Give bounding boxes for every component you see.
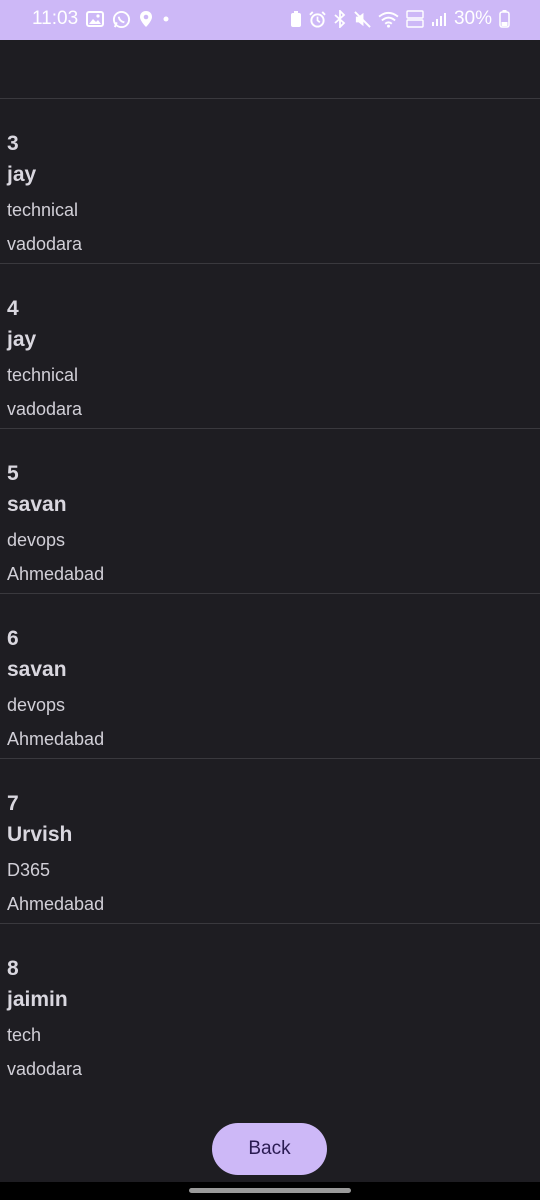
employee-name: savan (7, 493, 67, 516)
employee-name: Urvish (7, 823, 73, 846)
employee-department: technical (7, 200, 79, 220)
employee-department: devops (7, 530, 66, 550)
navigation-bar (0, 1182, 540, 1200)
volte-icon (406, 10, 424, 28)
wifi-icon (378, 11, 399, 28)
employee-department: technical (7, 365, 79, 385)
status-right: 30% (290, 8, 510, 30)
bluetooth-icon (333, 10, 347, 28)
status-bar: 11:03 30% (0, 0, 540, 40)
mute-icon (354, 10, 371, 28)
whatsapp-icon (112, 10, 131, 29)
employee-id: 7 (7, 792, 19, 815)
employee-city: Ahmedabad (7, 729, 105, 749)
employee-city: vadodara (7, 399, 83, 419)
employee-name: savan (7, 658, 67, 681)
home-gesture-handle[interactable] (189, 1188, 351, 1193)
employee-row[interactable]: 7 Urvish D365 Ahmedabad (0, 758, 540, 923)
employee-city: Ahmedabad (7, 894, 105, 914)
employee-id: 6 (7, 627, 19, 650)
employee-name: jay (7, 328, 37, 351)
employee-row[interactable]: 6 savan devops Ahmedabad (0, 593, 540, 758)
battery-percent: 30% (453, 8, 492, 29)
employee-city: Ahmedabad (7, 564, 105, 584)
employee-name: jay (7, 163, 37, 186)
location-icon (139, 10, 153, 28)
employee-id: 5 (7, 462, 19, 485)
alarm-icon (309, 10, 326, 28)
status-time: 11:03 (32, 8, 79, 29)
gallery-icon (86, 11, 105, 27)
status-left: 11:03 (32, 8, 171, 30)
employee-row[interactable]: 8 jaimin tech vadodara (0, 923, 540, 1088)
employee-list[interactable]: 3 jay technical vadodara 4 jay technical vadoda… (0, 98, 540, 1088)
employee-row[interactable]: 5 savan devops Ahmedabad (0, 428, 540, 593)
employee-name: jaimin (7, 988, 68, 1011)
employee-department: D365 (7, 860, 51, 880)
employee-id: 4 (7, 297, 19, 320)
employee-city: vadodara (7, 234, 83, 254)
employee-row[interactable]: 3 jay technical vadodara (0, 98, 540, 263)
employee-id: 3 (7, 132, 19, 155)
dot-icon (161, 14, 171, 24)
back-button[interactable]: Back (212, 1123, 327, 1175)
employee-city: vadodara (7, 1059, 83, 1079)
battery-icon (499, 10, 510, 28)
employee-department: devops (7, 695, 66, 715)
employee-id: 8 (7, 957, 19, 980)
battery-saver-icon (290, 10, 302, 28)
employee-screen: 3 jay technical vadodara 4 jay technical vadoda… (0, 40, 540, 1182)
employee-department: tech (7, 1025, 42, 1045)
signal-icon (431, 11, 447, 27)
employee-row[interactable]: 4 jay technical vadodara (0, 263, 540, 428)
